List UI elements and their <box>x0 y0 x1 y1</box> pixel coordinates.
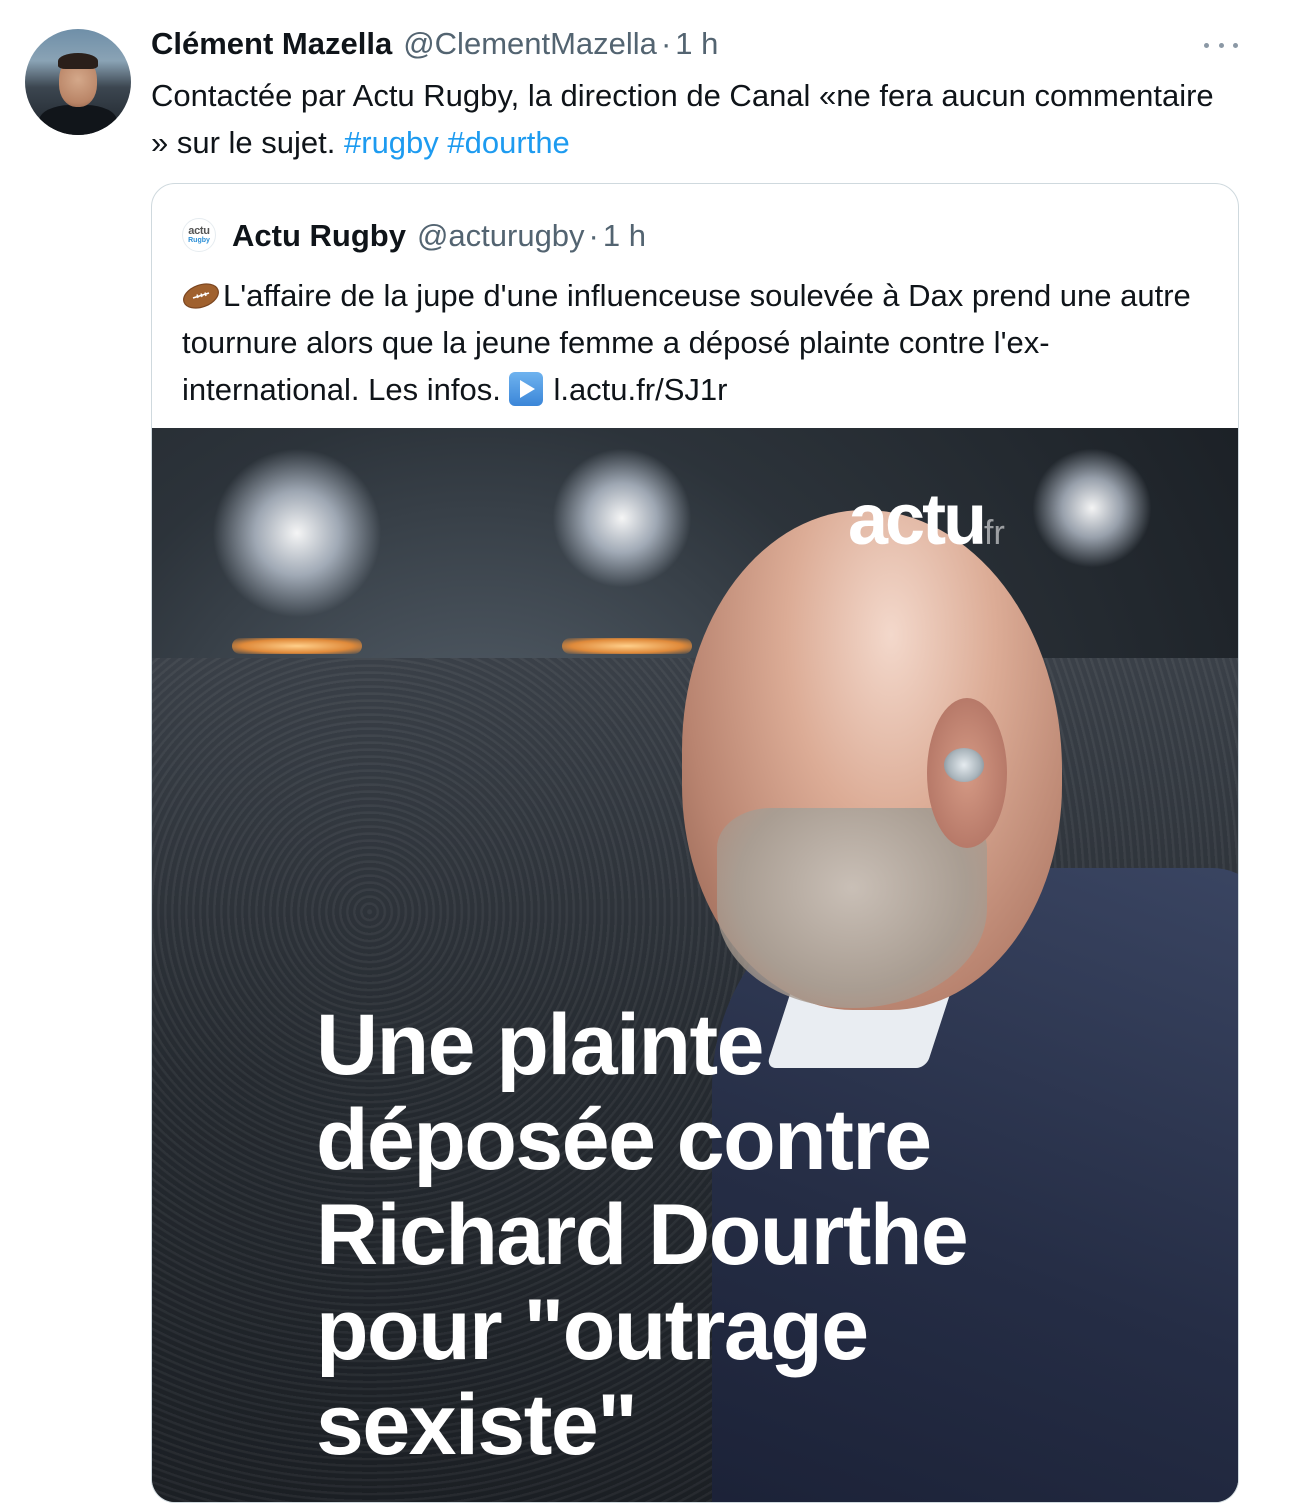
actu-logo-suffix: fr <box>984 514 1005 552</box>
quoted-tweet-card[interactable]: actu Rugby Actu Rugby @acturugby · 1 h L… <box>151 183 1239 1503</box>
rugby-football-icon <box>183 283 219 309</box>
stadium-lamp <box>562 638 692 654</box>
quoted-author-avatar[interactable]: actu Rugby <box>182 218 216 252</box>
tweet-body: Contactée par Actu Rugby, la direction d… <box>151 78 1214 160</box>
separator-dot: · <box>660 26 672 61</box>
author-display-name[interactable]: Clément Mazella <box>151 26 392 62</box>
avatar-shirt <box>39 105 117 135</box>
stadium-lamp <box>232 638 362 654</box>
headline-line: Une plainte <box>316 997 765 1093</box>
more-horizontal-icon[interactable] <box>1204 36 1238 54</box>
play-button-icon <box>509 372 544 406</box>
stadium-light <box>1032 448 1152 568</box>
stadium-light <box>552 448 692 588</box>
article-link[interactable]: l.actu.fr/SJ1r <box>553 372 727 407</box>
author-avatar[interactable] <box>25 29 131 135</box>
image-headline: Une plainte déposée contre Richard Dourt… <box>316 998 1196 1473</box>
tweet-text: Contactée par Actu Rugby, la direction d… <box>151 72 1231 166</box>
quoted-author-display-name[interactable]: Actu Rugby <box>232 218 406 254</box>
quoted-tweet-text: L'affaire de la jupe d'une influenceuse … <box>182 272 1212 413</box>
hashtag-rugby[interactable]: #rugby <box>344 125 439 160</box>
hashtag-dourthe[interactable]: #dourthe <box>447 125 569 160</box>
headline-line: Richard Dourthe <box>316 1187 969 1283</box>
headline-line: déposée contre <box>316 1092 932 1188</box>
actu-logo: actufr <box>848 484 1005 556</box>
avatar-hair <box>58 53 98 69</box>
tweet-timestamp[interactable]: 1 h <box>675 26 718 62</box>
headline-line: sexiste" <box>316 1377 638 1473</box>
avatar-logo-text: actu <box>188 225 210 237</box>
separator-dot: · <box>588 218 599 253</box>
stadium-light <box>212 448 382 618</box>
quoted-tweet-header: Actu Rugby @acturugby · 1 h <box>232 216 646 256</box>
author-handle[interactable]: @ClementMazella <box>403 26 657 62</box>
quoted-author-handle[interactable]: @acturugby <box>417 218 585 254</box>
article-image[interactable]: actufr Une plainte déposée contre Richar… <box>152 428 1238 1502</box>
quoted-tweet-timestamp[interactable]: 1 h <box>603 218 646 254</box>
actu-logo-text: actu <box>848 480 987 560</box>
avatar-logo-subtext: Rugby <box>188 237 210 244</box>
earpiece <box>944 748 984 782</box>
tweet-header: Clément Mazella @ClementMazella · 1 h <box>151 24 718 64</box>
headline-line: pour "outrage <box>316 1282 869 1378</box>
